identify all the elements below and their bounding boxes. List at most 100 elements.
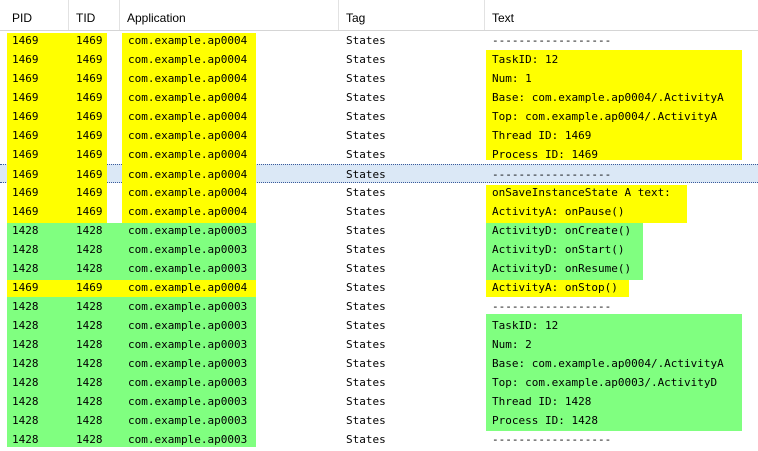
cell-tid: 1428 [76,357,103,370]
cell-pid: 1469 [12,129,39,142]
cell-tid: 1428 [76,300,103,313]
cell-text: ActivityD: onResume() [492,262,632,275]
cell-pid: 1428 [12,262,39,275]
cell-tid: 1469 [76,168,103,181]
cell-pid: 1428 [12,243,39,256]
cell-text: Thread ID: 1469 [492,129,592,142]
cell-text: Top: com.example.ap0004/.ActivityA [492,110,718,123]
cell-tag: States [346,300,386,313]
cell-tid: 1469 [76,72,103,85]
column-header-application[interactable]: Application [121,0,339,30]
cell-tag: States [346,34,386,47]
cell-tid: 1428 [76,414,103,427]
cell-text: ------------------ [492,433,612,446]
column-header-tag[interactable]: Tag [340,0,484,30]
column-divider[interactable] [338,0,339,30]
cell-tid: 1469 [76,186,103,199]
cell-tag: States [346,53,386,66]
cell-text: Num: 1 [492,72,532,85]
cell-tid: 1428 [76,319,103,332]
cell-pid: 1469 [12,34,39,47]
table-row[interactable]: 1469 1469 com.example.ap0004 States onSaveIn… [0,183,758,202]
cell-app: com.example.ap0003 [128,376,248,389]
cell-app: com.example.ap0004 [128,129,248,142]
cell-tag: States [346,433,386,446]
cell-tag: States [346,72,386,85]
cell-pid: 1428 [12,357,39,370]
cell-app: com.example.ap0003 [128,224,248,237]
cell-text: Process ID: 1428 [492,414,598,427]
cell-app: com.example.ap0004 [128,34,248,47]
cell-app: com.example.ap0004 [128,205,248,218]
cell-app: com.example.ap0004 [128,168,248,181]
cell-tag: States [346,414,386,427]
cell-tag: States [346,262,386,275]
logcat-table: PID TID Application Tag Text 1469 1469 com… [0,0,758,451]
cell-text: TaskID: 12 [492,53,559,66]
cell-app: com.example.ap0004 [128,53,248,66]
table-row[interactable]: 1469 1469 com.example.ap0004 States --------… [0,31,758,50]
cell-pid: 1469 [12,205,39,218]
cell-app: com.example.ap0003 [128,262,248,275]
cell-tid: 1428 [76,243,103,256]
cell-pid: 1469 [12,186,39,199]
cell-tid: 1428 [76,262,103,275]
cell-text: onSaveInstanceState A text: [492,186,671,199]
table-row[interactable]: 1469 1469 com.example.ap0004 States Base: co… [0,88,758,107]
cell-app: com.example.ap0003 [128,414,248,427]
cell-tid: 1469 [76,34,103,47]
cell-pid: 1469 [12,148,39,161]
cell-tag: States [346,110,386,123]
cell-tag: States [346,243,386,256]
cell-pid: 1428 [12,319,39,332]
cell-tag: States [346,91,386,104]
column-header-text[interactable]: Text [486,0,756,30]
column-divider[interactable] [484,0,485,30]
cell-text: ActivityA: onStop() [492,281,618,294]
column-header-tid[interactable]: TID [70,0,120,30]
column-divider[interactable] [68,0,69,30]
cell-app: com.example.ap0003 [128,300,248,313]
cell-app: com.example.ap0003 [128,395,248,408]
cell-app: com.example.ap0003 [128,243,248,256]
cell-text: Top: com.example.ap0003/.ActivityD [492,376,718,389]
cell-tag: States [346,338,386,351]
cell-tag: States [346,186,386,199]
cell-tag: States [346,205,386,218]
cell-app: com.example.ap0004 [128,186,248,199]
cell-tag: States [346,281,386,294]
cell-pid: 1469 [12,281,39,294]
cell-app: com.example.ap0004 [128,110,248,123]
cell-pid: 1469 [12,91,39,104]
cell-text: ActivityA: onPause() [492,205,625,218]
cell-app: com.example.ap0004 [128,148,248,161]
cell-tid: 1428 [76,433,103,446]
cell-app: com.example.ap0004 [128,91,248,104]
cell-app: com.example.ap0003 [128,319,248,332]
cell-tid: 1469 [76,205,103,218]
cell-pid: 1428 [12,414,39,427]
cell-pid: 1428 [12,395,39,408]
cell-text: Process ID: 1469 [492,148,598,161]
cell-pid: 1469 [12,168,39,181]
cell-tid: 1469 [76,91,103,104]
cell-text: Base: com.example.ap0004/.ActivityA [492,91,724,104]
cell-text: ActivityD: onCreate() [492,224,632,237]
cell-tid: 1469 [76,129,103,142]
cell-app: com.example.ap0003 [128,433,248,446]
cell-text: ActivityD: onStart() [492,243,625,256]
cell-app: com.example.ap0004 [128,281,248,294]
cell-tag: States [346,168,386,181]
cell-tag: States [346,224,386,237]
column-header-pid[interactable]: PID [6,0,70,30]
cell-pid: 1428 [12,376,39,389]
cell-text: TaskID: 12 [492,319,559,332]
cell-tag: States [346,395,386,408]
cell-text: ------------------ [492,168,612,181]
cell-text: ------------------ [492,34,612,47]
cell-tid: 1469 [76,148,103,161]
table-row[interactable]: 1469 1469 com.example.ap0004 States --------… [0,164,758,183]
column-divider[interactable] [119,0,120,30]
table-row[interactable]: 1469 1469 com.example.ap0004 States Top: com… [0,107,758,126]
cell-tag: States [346,148,386,161]
